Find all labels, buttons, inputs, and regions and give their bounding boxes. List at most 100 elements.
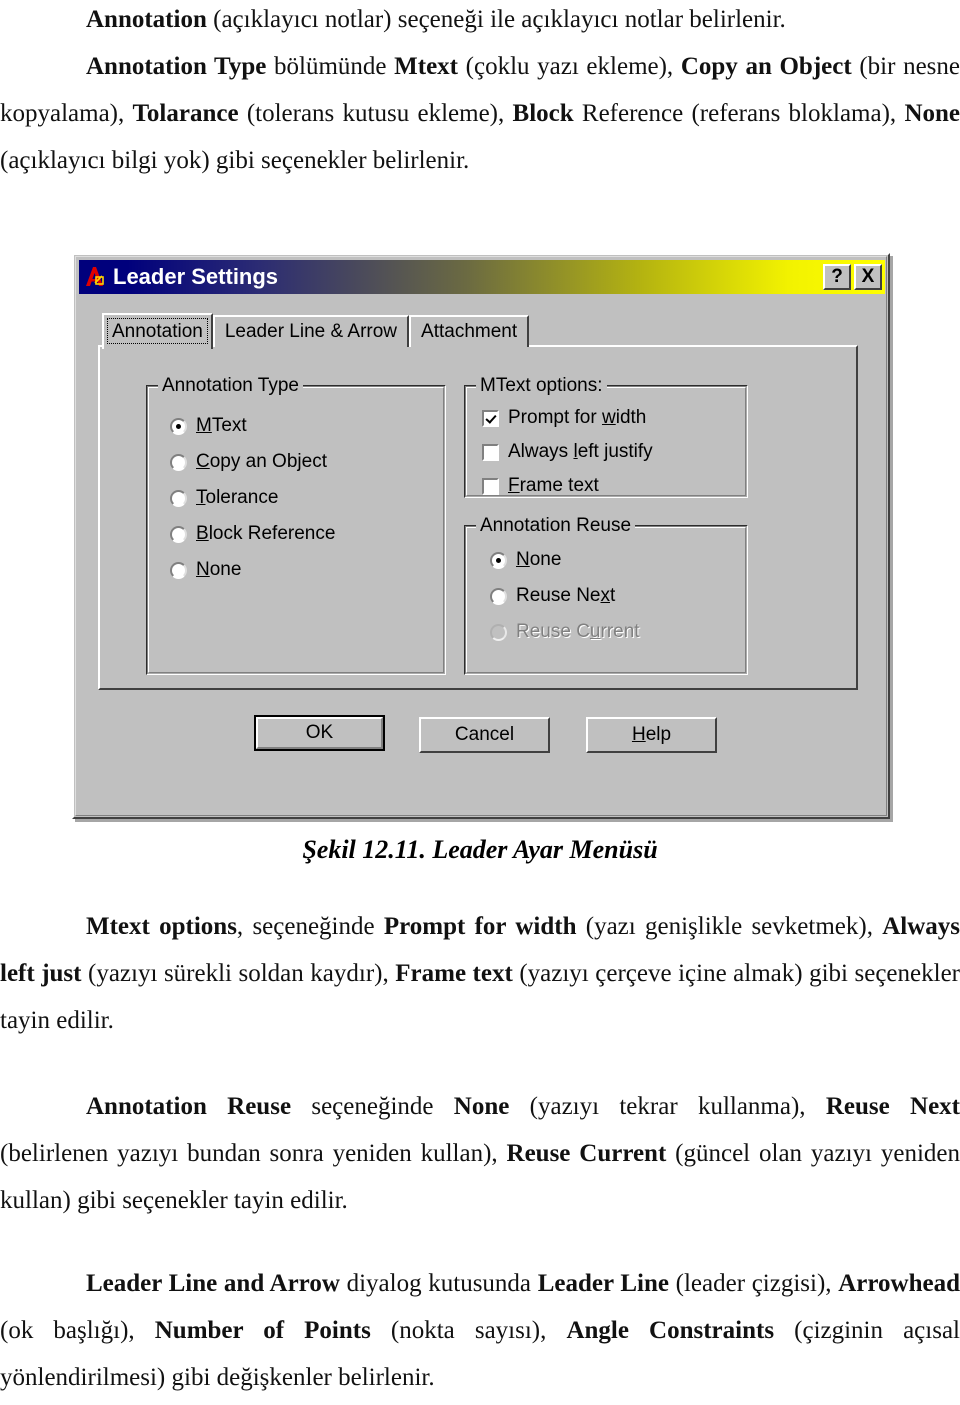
paragraph-4: Annotation Reuse seçeneğinde None (yazıy… (0, 1083, 960, 1224)
radio-reuse-none-label: None (516, 549, 562, 570)
radio-copy-an-object-label: Copy an Object (196, 451, 327, 472)
group-annotation-reuse-legend: Annotation Reuse (476, 515, 636, 537)
emphasis-run: Annotation Reuse (86, 1093, 292, 1120)
text-run: seçeneğinde (291, 1093, 454, 1120)
dialog-titlebar[interactable]: Leader Settings ? X (79, 260, 885, 294)
checkbox-prompt-for-width-label: Prompt for width (508, 407, 647, 428)
radio-none-type-indicator (170, 561, 187, 579)
emphasis-run: Reuse Current (506, 1140, 667, 1167)
emphasis-run: Reuse Next (825, 1093, 960, 1120)
tab-leader-line-and-arrow[interactable]: Leader Line & Arrow (212, 315, 410, 347)
radio-tolerance-label: Tolerance (196, 487, 279, 508)
radio-reuse-current-label: Reuse Current (516, 621, 640, 642)
radio-none-type-label: None (196, 559, 242, 580)
tab-attachment-label: Attachment (421, 321, 518, 342)
paragraph-3: Mtext options, seçeneğinde Prompt for wi… (0, 903, 960, 1044)
emphasis-run: Prompt for width (383, 913, 577, 940)
radio-reuse-next-label: Reuse Next (516, 585, 616, 606)
emphasis-run: Leader Line (537, 1270, 669, 1297)
radio-mtext[interactable]: MText (170, 415, 247, 437)
text-run: (yazıyı tekrar kullanma), (509, 1093, 826, 1120)
emphasis-run: Arrowhead (838, 1270, 960, 1297)
leader-settings-dialog[interactable]: Leader Settings ? X Annotation Leader Li… (72, 253, 890, 819)
text-run: Reference (referans bloklama), (573, 100, 905, 127)
cancel-button-label: Cancel (454, 724, 515, 745)
group-mtext-options: MText options: Prompt for width Always l… (464, 375, 748, 498)
figure-caption: Şekil 12.11. Leader Ayar Menüsü (302, 835, 658, 864)
tab-panel-annotation: Annotation Type MText Copy an Object Tol… (98, 345, 858, 690)
emphasis-run: Leader Line and Arrow (86, 1270, 340, 1297)
tab-annotation[interactable]: Annotation (102, 313, 213, 349)
text-run: (tolerans kutusu ekleme), (238, 100, 513, 127)
radio-reuse-none-indicator (490, 551, 507, 569)
radio-reuse-next-indicator (490, 587, 507, 605)
emphasis-run: Tolarance (132, 100, 239, 127)
text-run: (belirlenen yazıyı bundan sonra yeniden … (0, 1140, 507, 1167)
emphasis-run: Copy an Object (680, 53, 852, 80)
close-button[interactable]: X (854, 264, 882, 290)
ok-button-label: OK (305, 722, 334, 743)
paragraph-2: Annotation Type bölümünde Mtext (çoklu y… (0, 43, 960, 184)
titlebar-buttons: ? X (823, 264, 885, 290)
radio-block-reference-indicator (170, 525, 187, 543)
tab-attachment[interactable]: Attachment (409, 315, 530, 347)
text-run: (nokta sayısı), (370, 1317, 567, 1344)
tab-annotation-label: Annotation (112, 321, 203, 342)
text-run: (leader çizgisi), (668, 1270, 839, 1297)
group-annotation-type: Annotation Type MText Copy an Object Tol… (146, 375, 446, 675)
emphasis-run: Block (512, 100, 574, 127)
text-run: bölümünde (266, 53, 395, 80)
radio-reuse-next[interactable]: Reuse Next (490, 585, 615, 607)
checkbox-frame-text[interactable]: Frame text (482, 475, 599, 497)
radio-mtext-indicator (170, 417, 187, 435)
radio-copy-an-object-indicator (170, 453, 187, 471)
checkbox-prompt-for-width-indicator (482, 409, 499, 427)
radio-tolerance[interactable]: Tolerance (170, 487, 278, 509)
help-dialog-button[interactable]: Help (586, 717, 717, 753)
text-run: (açıklayıcı bilgi yok) gibi seçenekler b… (0, 147, 470, 174)
checkbox-frame-text-label: Frame text (508, 475, 599, 496)
tabstrip: Annotation Leader Line & Arrow Attachmen… (102, 313, 530, 349)
emphasis-run: None (453, 1093, 510, 1120)
autocad-a-logo-icon (82, 265, 108, 289)
emphasis-run: Mtext options (86, 913, 237, 940)
radio-block-reference[interactable]: Block Reference (170, 523, 335, 545)
radio-copy-an-object[interactable]: Copy an Object (170, 451, 327, 473)
checkbox-frame-text-indicator (482, 477, 499, 495)
text-run: (çoklu yazı ekleme), (458, 53, 681, 80)
text-run: (yazı genişlikle sevketmek), (576, 913, 883, 940)
group-annotation-type-legend: Annotation Type (158, 375, 303, 397)
emphasis-run: Annotation (86, 6, 207, 33)
help-dialog-button-label: Help (631, 724, 672, 745)
emphasis-run: Frame text (395, 960, 513, 987)
paragraph-5: Leader Line and Arrow diyalog kutusunda … (0, 1260, 960, 1401)
group-mtext-options-legend: MText options: (476, 375, 607, 397)
checkbox-always-left-justify-indicator (482, 443, 499, 461)
radio-block-reference-label: Block Reference (196, 523, 336, 544)
checkbox-always-left-justify-label: Always left justify (508, 441, 653, 462)
radio-reuse-current: Reuse Current (490, 621, 640, 643)
emphasis-run: Mtext (394, 53, 458, 80)
cancel-button[interactable]: Cancel (419, 717, 550, 753)
radio-mtext-label: MText (196, 415, 247, 436)
checkbox-always-left-justify[interactable]: Always left justify (482, 441, 653, 463)
text-run: , seçeneğinde (236, 913, 384, 940)
ok-button[interactable]: OK (254, 715, 385, 751)
emphasis-run: None (904, 100, 960, 127)
text-run: (yazıyı sürekli soldan kaydır), (81, 960, 396, 987)
radio-reuse-current-indicator (490, 623, 507, 641)
emphasis-run: Annotation Type (86, 53, 267, 80)
paragraph-1: Annotation (açıklayıcı notlar) seçeneği … (0, 0, 960, 43)
text-run: (açıklayıcı notlar) seçeneği ile açıklay… (206, 6, 786, 33)
text-run: diyalog kutusunda (339, 1270, 538, 1297)
emphasis-run: Number of Points (154, 1317, 371, 1344)
radio-none-type[interactable]: None (170, 559, 241, 581)
emphasis-run: Angle Constraints (566, 1317, 775, 1344)
help-button[interactable]: ? (823, 264, 851, 290)
text-run: (ok başlığı), (0, 1317, 155, 1344)
checkbox-prompt-for-width[interactable]: Prompt for width (482, 407, 646, 429)
radio-reuse-none[interactable]: None (490, 549, 561, 571)
tab-leader-line-and-arrow-label: Leader Line & Arrow (224, 321, 398, 342)
radio-tolerance-indicator (170, 489, 187, 507)
group-annotation-reuse: Annotation Reuse None Reuse Next Reuse C… (464, 515, 748, 675)
